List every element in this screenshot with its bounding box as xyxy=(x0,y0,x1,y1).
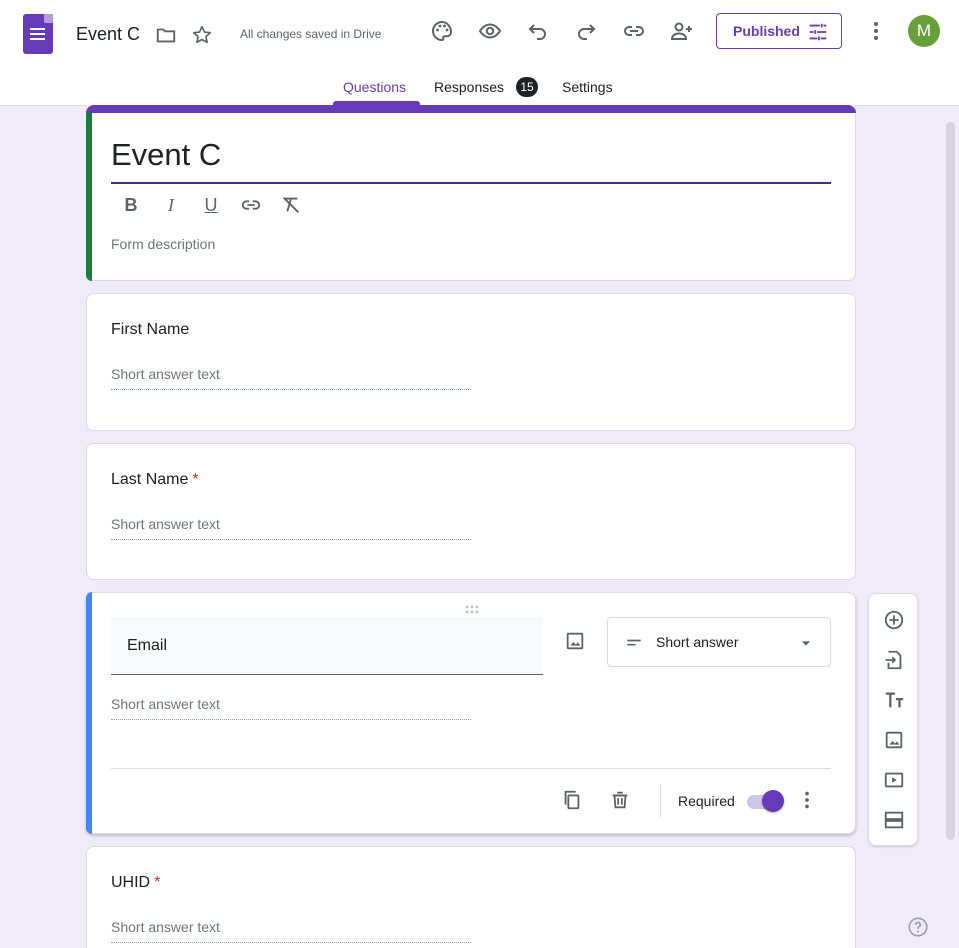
palette-icon[interactable] xyxy=(430,19,454,43)
add-question-icon[interactable] xyxy=(882,608,906,632)
required-toggle-knob[interactable] xyxy=(762,790,784,812)
footer-vertical-divider xyxy=(660,785,661,817)
add-title-description-icon[interactable] xyxy=(882,688,906,712)
folder-icon[interactable] xyxy=(154,23,178,47)
add-section-icon[interactable] xyxy=(882,808,906,832)
question-type-dropdown[interactable]: Short answer xyxy=(607,617,831,667)
question-card-first-name[interactable]: First Name Short answer text xyxy=(86,293,856,431)
add-collaborator-icon[interactable] xyxy=(670,19,694,43)
bold-icon[interactable]: B xyxy=(120,194,142,216)
add-video-icon[interactable] xyxy=(882,768,906,792)
form-title[interactable]: Event C xyxy=(111,137,221,173)
more-vert-icon[interactable] xyxy=(864,19,888,43)
redo-icon[interactable] xyxy=(574,19,598,43)
avatar[interactable]: M xyxy=(908,15,940,47)
scrollbar-thumb[interactable] xyxy=(946,122,955,840)
underline-icon[interactable]: U xyxy=(200,194,222,216)
form-description-field[interactable]: Form description xyxy=(111,236,215,252)
forms-logo-icon[interactable] xyxy=(23,14,53,54)
app-header: Event C All changes saved in Drive Publi… xyxy=(0,0,959,106)
question-title-row: Last Name * xyxy=(111,471,199,489)
required-asterisk: * xyxy=(192,471,199,488)
question-title: Last Name xyxy=(111,471,189,488)
question-title-row: UHID * xyxy=(111,874,160,892)
question-card-uhid[interactable]: UHID * Short answer text xyxy=(86,846,856,948)
responses-count-badge: 15 xyxy=(516,77,538,97)
tune-icon xyxy=(807,21,829,46)
undo-icon[interactable] xyxy=(526,19,550,43)
tab-responses[interactable]: Responses xyxy=(434,79,504,95)
card-footer-divider xyxy=(111,768,831,769)
form-title-card[interactable]: Event C B I U Form description xyxy=(86,105,856,281)
tab-settings[interactable]: Settings xyxy=(562,79,613,95)
star-icon[interactable] xyxy=(190,23,214,47)
tab-questions[interactable]: Questions xyxy=(343,79,406,95)
save-status: All changes saved in Drive xyxy=(240,27,382,41)
title-card-accent-bar xyxy=(86,105,856,113)
question-side-toolbar xyxy=(868,593,918,846)
short-answer-placeholder: Short answer text xyxy=(111,696,471,720)
short-answer-placeholder: Short answer text xyxy=(111,366,471,390)
chevron-down-icon xyxy=(796,633,816,656)
short-answer-placeholder: Short answer text xyxy=(111,919,471,943)
clear-formatting-icon[interactable] xyxy=(280,194,302,216)
link-icon[interactable] xyxy=(622,19,646,43)
question-title: UHID xyxy=(111,874,151,891)
question-more-icon[interactable] xyxy=(795,788,819,812)
short-answer-placeholder: Short answer text xyxy=(111,516,471,540)
required-asterisk: * xyxy=(154,874,161,891)
delete-icon[interactable] xyxy=(608,788,632,812)
question-card-email[interactable]: Email Short answer Short answer text Req… xyxy=(86,592,856,834)
preview-eye-icon[interactable] xyxy=(478,19,502,43)
required-label: Required xyxy=(678,793,735,809)
italic-icon[interactable]: I xyxy=(160,194,182,216)
title-underline xyxy=(111,182,831,184)
add-image-icon[interactable] xyxy=(563,629,587,653)
published-label: Published xyxy=(733,23,800,39)
import-questions-icon[interactable] xyxy=(882,648,906,672)
duplicate-icon[interactable] xyxy=(560,788,584,812)
published-button[interactable]: Published xyxy=(716,13,842,49)
insert-link-icon[interactable] xyxy=(240,194,262,216)
question-title: First Name xyxy=(111,321,190,338)
question-type-label: Short answer xyxy=(656,634,739,650)
question-card-last-name[interactable]: Last Name * Short answer text xyxy=(86,443,856,580)
add-image-icon[interactable] xyxy=(882,728,906,752)
question-title-input[interactable]: Email xyxy=(111,617,543,675)
document-title[interactable]: Event C xyxy=(76,24,140,45)
title-card-focus-bar xyxy=(86,113,92,281)
short-text-icon xyxy=(624,633,644,656)
help-icon[interactable] xyxy=(907,916,929,943)
active-question-indicator xyxy=(86,592,92,834)
